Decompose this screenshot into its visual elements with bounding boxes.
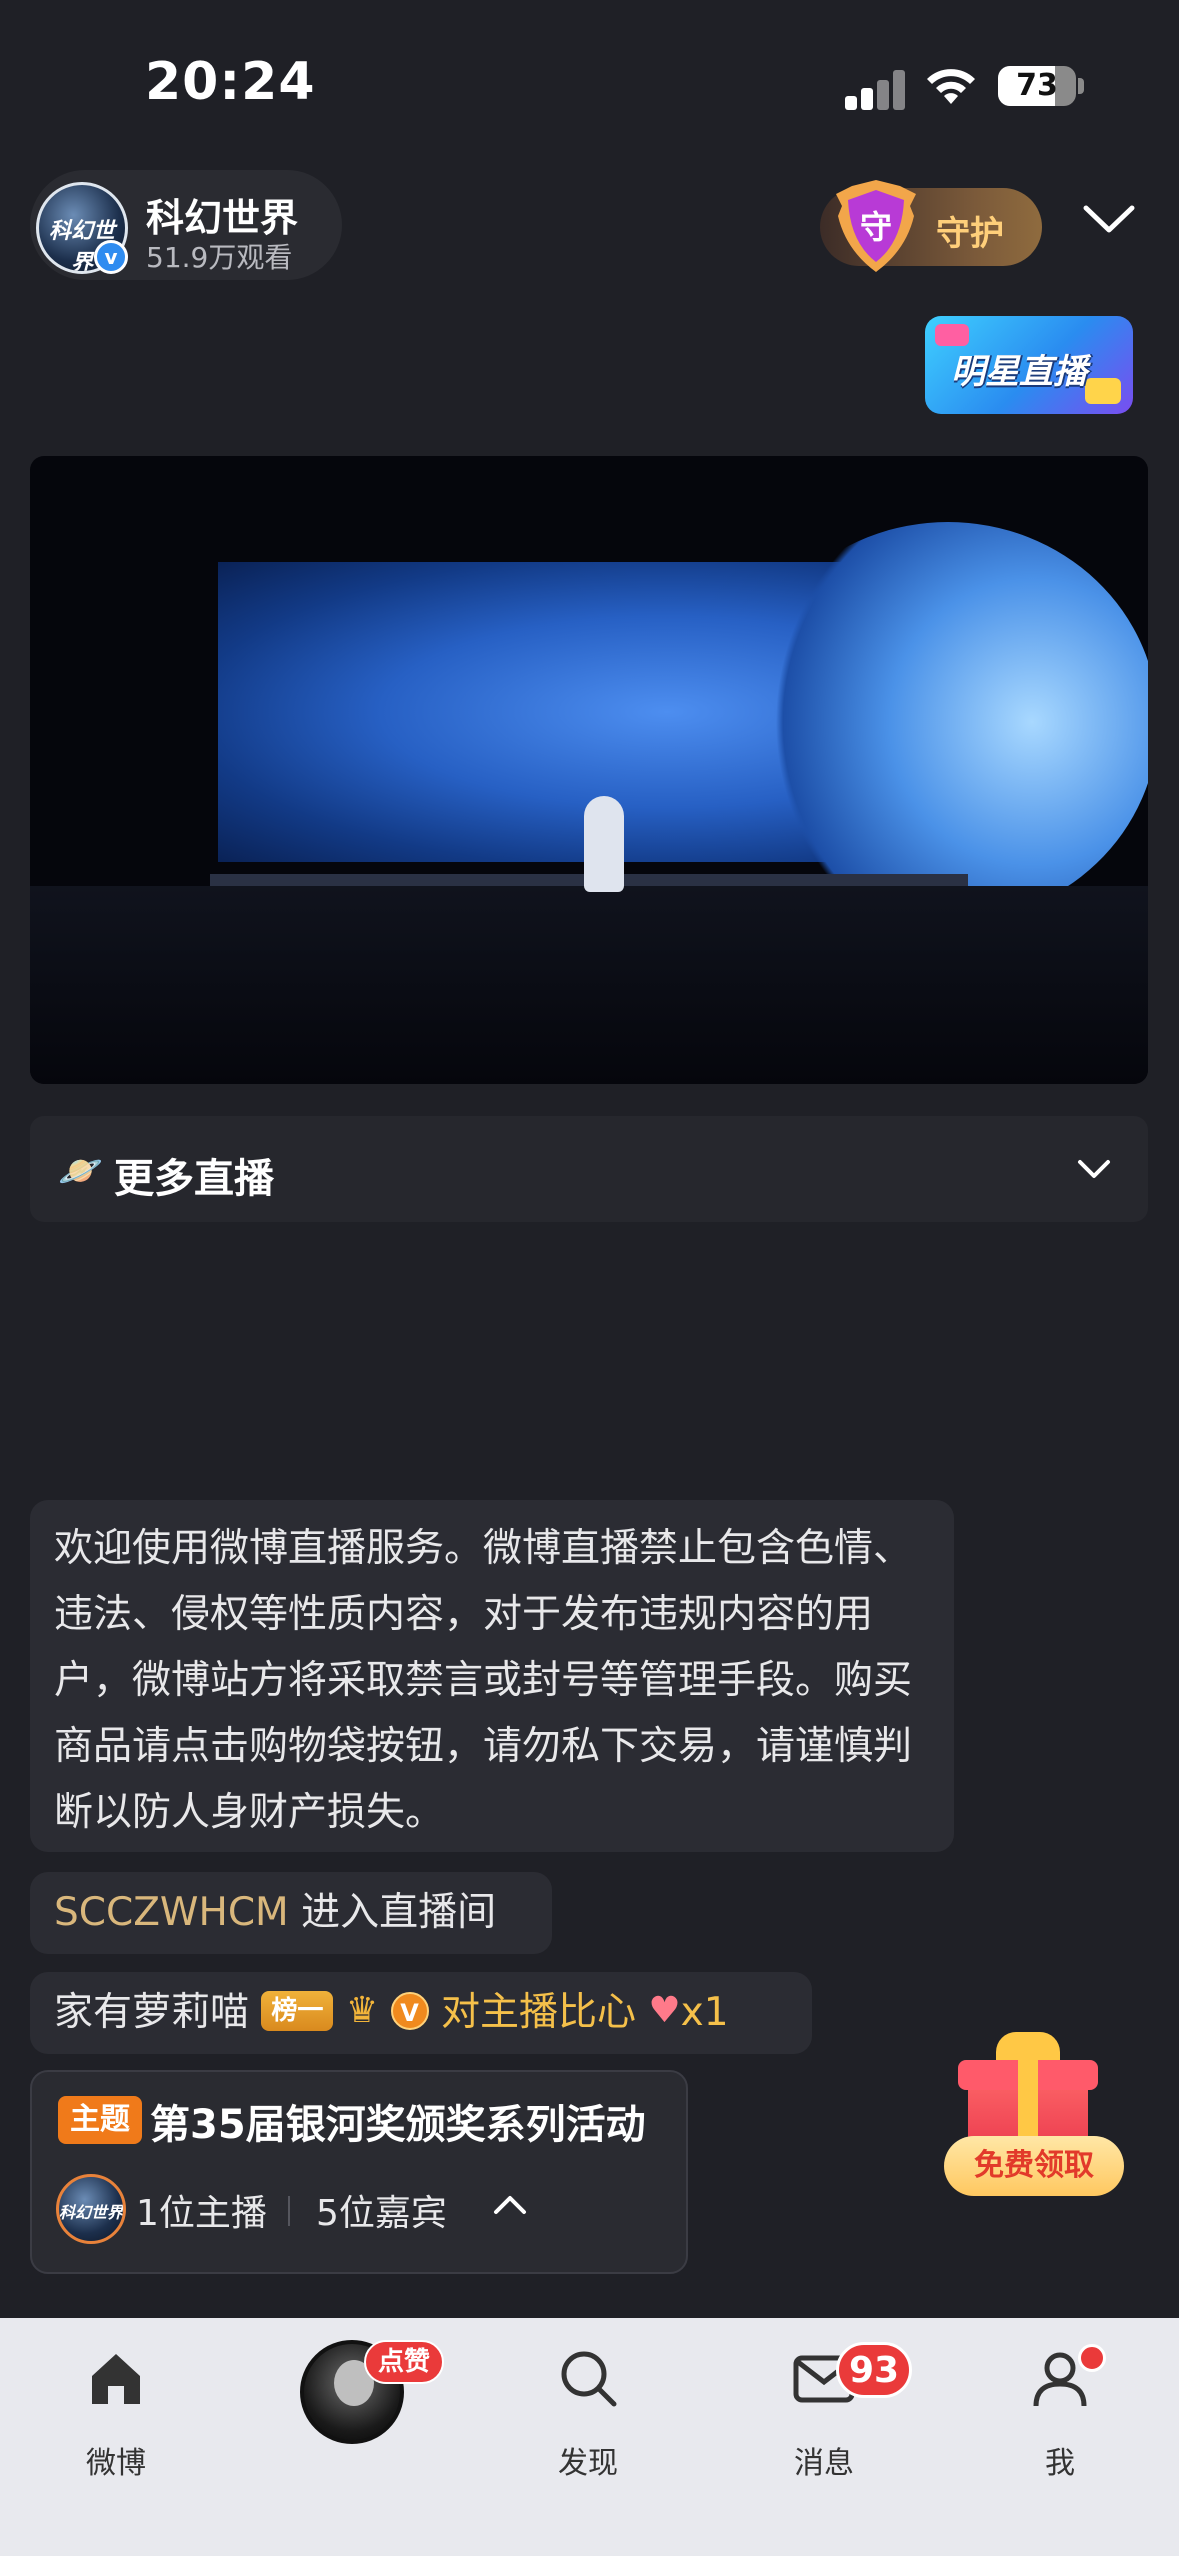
tab-discover[interactable]: 发现 — [528, 2318, 648, 2518]
planet-icon: 🪐 — [58, 1151, 103, 1192]
chat-username[interactable]: 家有萝莉喵 — [54, 1990, 249, 2035]
tab-home-label: 微博 — [86, 2446, 146, 2481]
guard-shield-icon: 守 — [836, 180, 916, 272]
finger-heart-icon: ♥ — [648, 1989, 681, 2031]
chat-enter-message: SCCZWHCM 进入直播间 — [30, 1872, 552, 1954]
decoration — [1085, 378, 1121, 404]
planet-visual — [738, 522, 1148, 922]
wifi-icon — [927, 69, 975, 104]
status-time: 20:24 — [145, 52, 316, 112]
gift-count: x1 — [680, 1990, 729, 2035]
star-live-banner[interactable]: 明星直播 — [925, 316, 1133, 414]
guard-label: 守护 — [936, 214, 1004, 254]
theme-title: 第35届银河奖颁奖系列活动 — [150, 2102, 646, 2148]
battery-percent: 73 — [1016, 68, 1058, 103]
vip-badge-icon: V — [390, 1991, 429, 2030]
home-icon — [92, 2354, 140, 2404]
chevron-down-icon[interactable] — [1076, 1156, 1112, 1182]
search-icon — [561, 2351, 617, 2407]
battery-icon: 73 — [998, 66, 1076, 106]
chat-username[interactable]: SCCZWHCM — [54, 1890, 289, 1935]
host-count: 1位主播 — [136, 2193, 267, 2234]
tab-messages-label: 消息 — [794, 2446, 854, 2481]
gift-action: 对主播比心 — [440, 1990, 636, 2035]
more-live-bar[interactable]: 🪐 更多直播 — [30, 1116, 1148, 1222]
chat-action: 进入直播间 — [301, 1890, 497, 1935]
free-gift-button[interactable]: 免费领取 — [938, 2026, 1128, 2216]
battery-tip — [1078, 78, 1084, 94]
view-count: 51.9万观看 — [146, 241, 293, 274]
crown-icon: ♛ — [345, 1989, 379, 2031]
notification-dot — [1078, 2344, 1106, 2372]
cellular-signal-icon — [845, 68, 907, 110]
bottom-tab-bar: 微博 点赞 发现 消息 93 我 — [0, 2318, 1179, 2556]
performer — [584, 796, 624, 892]
live-room-screen: 20:24 73 科幻世界 v 科幻世界 51.9万观看 守 守护 明星直播 🪐… — [0, 0, 1179, 2556]
verified-badge-icon: v — [94, 240, 128, 274]
like-badge: 点赞 — [364, 2340, 445, 2384]
decoration — [935, 324, 969, 346]
live-video-player[interactable] — [30, 456, 1148, 1084]
tab-me-label: 我 — [1045, 2446, 1075, 2481]
host-name[interactable]: 科幻世界 — [146, 187, 298, 242]
rank-badge: 榜一 — [261, 1990, 334, 2031]
tab-home[interactable]: 微博 — [56, 2318, 176, 2518]
tab-discover-label: 发现 — [558, 2446, 618, 2481]
star-live-label: 明星直播 — [951, 352, 1087, 392]
stage-floor — [30, 886, 1148, 1084]
host-mini-avatar: 科幻世界 — [56, 2174, 126, 2244]
guard-shield-char: 守 — [860, 208, 892, 246]
chevron-up-icon[interactable] — [490, 2190, 530, 2220]
divider — [288, 2196, 290, 2226]
chat-gift-message: 家有萝莉喵 榜一 ♛ V 对主播比心 ♥x1 — [30, 1972, 812, 2054]
theme-card[interactable]: 主题 第35届银河奖颁奖系列活动 科幻世界 1位主播 5位嘉宾 — [30, 2070, 688, 2274]
system-notice-message: 欢迎使用微博直播服务。微博直播禁止包含色情、违法、侵权等性质内容，对于发布违规内… — [30, 1500, 954, 1852]
more-live-label: 更多直播 — [114, 1156, 274, 1202]
message-count-badge: 93 — [836, 2342, 913, 2398]
theme-tag: 主题 — [58, 2096, 142, 2144]
host-mini-avatar-text: 科幻世界 — [59, 2203, 124, 2222]
free-gift-label: 免费领取 — [944, 2136, 1124, 2196]
chevron-down-icon[interactable] — [1080, 200, 1138, 240]
guest-count: 5位嘉宾 — [316, 2193, 447, 2234]
